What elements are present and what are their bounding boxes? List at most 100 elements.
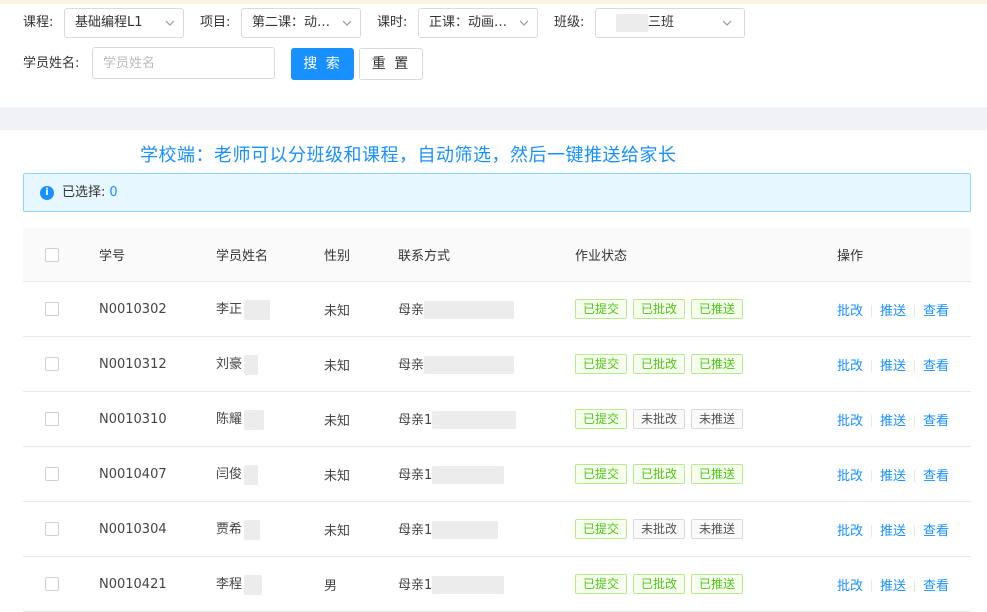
grade-link[interactable]: 批改 (837, 359, 863, 374)
homework-status: 已提交 未批改 未推送 (575, 391, 837, 447)
status-badge: 已提交 (575, 519, 628, 539)
header-id: 学号 (99, 228, 216, 282)
student-id: N0010312 (99, 336, 216, 392)
student-name-cell: 闫俊 (216, 446, 324, 502)
redacted-block (244, 519, 261, 540)
status-badge: 已提交 (575, 299, 628, 319)
grade-link[interactable]: 批改 (837, 469, 863, 484)
student-id: N0010310 (99, 391, 216, 447)
action-divider (871, 305, 873, 317)
contact-text: 母亲1 (398, 412, 433, 428)
class-value: 三班 (648, 15, 675, 30)
grade-link[interactable]: 批改 (837, 524, 863, 539)
homework-status: 已提交 已批改 已推送 (575, 281, 837, 337)
table-row: N0010421 李程男母亲1 已提交 已批改 已推送 批改 推送 查看 (23, 556, 971, 612)
push-link[interactable]: 推送 (880, 469, 906, 484)
contact-text: 母亲1 (398, 522, 433, 538)
contact-cell: 母亲 (398, 281, 575, 337)
redacted-block (244, 354, 259, 375)
selection-count: 0 (109, 185, 118, 200)
push-link[interactable]: 推送 (880, 359, 906, 374)
course-value: 基础编程L1 (75, 15, 143, 30)
redacted-block (244, 574, 263, 595)
push-link[interactable]: 推送 (880, 579, 906, 594)
homework-status: 已提交 已批改 已推送 (575, 446, 837, 502)
student-gender: 未知 (324, 281, 398, 337)
push-link[interactable]: 推送 (880, 524, 906, 539)
redacted-block (616, 13, 648, 32)
action-divider (871, 525, 873, 537)
redacted-block (432, 521, 499, 540)
view-link[interactable]: 查看 (923, 359, 949, 374)
table-row: N0010304 贾希 未知 母亲1 已提交 未批改 未推送 批改 推送 查看 (23, 501, 971, 557)
grade-link[interactable]: 批改 (837, 579, 863, 594)
view-link[interactable]: 查看 (923, 524, 949, 539)
lesson-select[interactable]: 正课：动画… (418, 8, 538, 38)
status-badge: 已批改 (633, 299, 686, 319)
select-all-checkbox[interactable] (45, 247, 59, 262)
chevron-down-icon (165, 20, 175, 26)
selection-label: 已选择: (62, 185, 106, 200)
status-badge: 已推送 (691, 354, 744, 374)
header-name: 学员姓名 (216, 228, 324, 282)
status-badge: 已批改 (633, 354, 686, 374)
status-badge: 已提交 (575, 464, 628, 484)
status-badge: 未推送 (691, 519, 744, 539)
view-link[interactable]: 查看 (923, 304, 949, 319)
grade-link[interactable]: 批改 (837, 304, 863, 319)
status-badge: 已批改 (633, 574, 686, 594)
student-id: N0010302 (99, 281, 216, 337)
class-select[interactable]: 三班 (595, 8, 745, 38)
student-name-cell: 贾希 (216, 501, 324, 557)
redacted-block (244, 409, 265, 430)
row-checkbox[interactable] (45, 522, 59, 536)
row-checkbox[interactable] (45, 412, 59, 426)
lesson-value: 正课：动画… (429, 15, 508, 30)
status-badge: 已批改 (633, 464, 686, 484)
student-name: 刘豪 (216, 357, 243, 373)
contact-text: 母亲1 (398, 467, 433, 483)
info-icon: i (40, 186, 54, 200)
action-divider (914, 470, 916, 482)
row-checkbox[interactable] (45, 357, 59, 371)
action-divider (914, 580, 916, 592)
student-name: 陈耀 (216, 412, 243, 428)
table-row: N0010312 刘豪 未知 母亲 已提交 已批改 已推送 批改 推送 查看 (23, 336, 971, 392)
grade-link[interactable]: 批改 (837, 414, 863, 429)
view-link[interactable]: 查看 (923, 469, 949, 484)
search-button[interactable]: 搜 索 (291, 48, 354, 80)
status-badge: 已提交 (575, 574, 628, 594)
view-link[interactable]: 查看 (923, 414, 949, 429)
student-id: N0010407 (99, 446, 216, 502)
homework-status: 已提交 未批改 未推送 (575, 501, 837, 557)
redacted-block (424, 301, 515, 320)
action-divider (871, 415, 873, 427)
row-checkbox[interactable] (45, 577, 59, 591)
student-name: 闫俊 (216, 467, 243, 483)
homework-status: 已提交 已批改 已推送 (575, 556, 837, 612)
project-select[interactable]: 第二课：动… (241, 8, 361, 38)
contact-cell: 母亲1 (398, 391, 575, 447)
row-checkbox[interactable] (45, 467, 59, 481)
student-name-label: 学员姓名: (23, 56, 80, 71)
status-badge: 未批改 (633, 409, 686, 429)
project-value: 第二课：动… (252, 15, 331, 30)
row-actions: 批改 推送 查看 (837, 556, 971, 612)
header-status: 作业状态 (575, 228, 837, 282)
row-checkbox[interactable] (45, 302, 59, 316)
student-gender: 未知 (324, 336, 398, 392)
contact-text: 母亲 (398, 357, 425, 373)
contact-cell: 母亲 (398, 336, 575, 392)
contact-text: 母亲 (398, 302, 425, 318)
reset-button[interactable]: 重 置 (359, 48, 423, 80)
push-link[interactable]: 推送 (880, 304, 906, 319)
table-row: N0010407 闫俊 未知 母亲1 已提交 已批改 已推送 批改 推送 查看 (23, 446, 971, 502)
student-name-input[interactable] (92, 47, 275, 79)
action-divider (914, 525, 916, 537)
student-name-cell: 陈耀 (216, 391, 324, 447)
course-select[interactable]: 基础编程L1 (64, 8, 184, 38)
push-link[interactable]: 推送 (880, 414, 906, 429)
student-name-cell: 李正 (216, 281, 324, 337)
view-link[interactable]: 查看 (923, 579, 949, 594)
status-badge: 未推送 (691, 409, 744, 429)
